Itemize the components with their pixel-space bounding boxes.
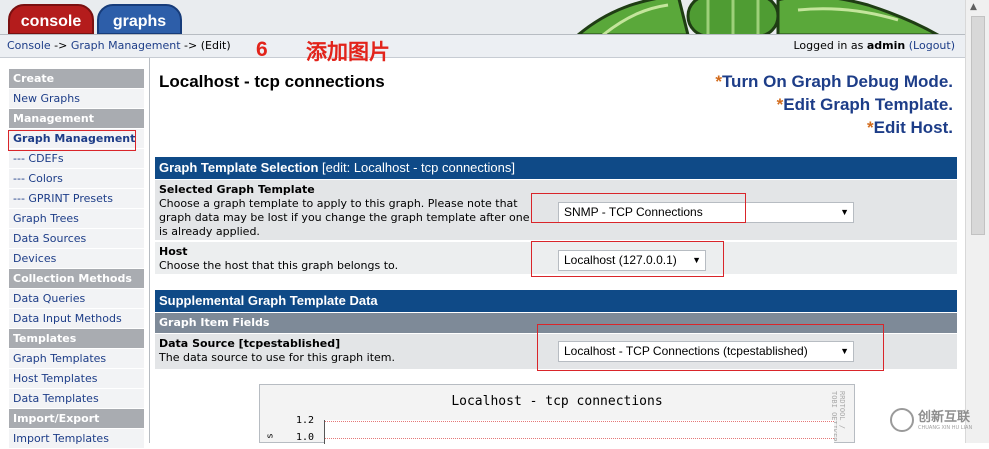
breadcrumb-console[interactable]: Console [7,39,51,52]
grid-line [325,421,834,422]
form-row-label-block: Host Choose the host that this graph bel… [159,245,534,273]
grid-line [325,438,834,439]
sidebar-item-host-templates[interactable]: Host Templates [9,369,144,389]
tab-graphs[interactable]: graphs [97,4,182,34]
scroll-up-arrow-icon[interactable]: ▲ [970,2,977,12]
sidebar: Create New Graphs Management Graph Manag… [9,69,144,449]
sidebar-item-cdefs[interactable]: --- CDEFs [9,149,144,169]
logout-link[interactable]: (Logout) [909,39,955,52]
tab-console[interactable]: console [8,4,94,34]
field-desc-host: Choose the host that this graph belongs … [159,259,399,272]
sidebar-item-import-templates[interactable]: Import Templates [9,429,144,449]
sidebar-header-create: Create [9,69,144,89]
chevron-down-icon: ▼ [840,207,849,217]
watermark-logo-icon [890,408,914,432]
edit-host-link[interactable]: *Edit Host. [867,118,953,138]
breadcrumb-current: (Edit) [200,39,231,52]
field-desc-data-source: The data source to use for this graph it… [159,351,395,364]
form-row-label-block: Data Source [tcpestablished] The data so… [159,337,534,365]
sidebar-header-import-export: Import/Export [9,409,144,429]
watermark: 创新互联 CHUANG XIN HU LIAN [888,404,978,439]
graph-plot-area [324,420,834,444]
debug-mode-label: Turn On Graph Debug Mode. [721,72,953,91]
login-user: admin [866,39,906,52]
edit-graph-template-label: Edit Graph Template. [783,95,953,114]
star-marker: * [867,118,874,137]
sidebar-item-gprint-presets[interactable]: --- GPRINT Presets [9,189,144,209]
graph-preview-image[interactable]: Localhost - tcp connections RRDTOOL / TO… [259,384,855,444]
field-label-graph-template: Selected Graph Template [159,183,315,196]
field-label-host: Host [159,245,188,258]
login-status: Logged in as admin (Logout) [794,39,956,52]
sidebar-header-templates: Templates [9,329,144,349]
breadcrumb-separator: -> [50,39,71,52]
annotation-text: 添加图片 [306,40,390,64]
sidebar-divider [149,58,150,443]
section-title: Graph Template Selection [159,160,319,175]
vertical-scrollbar[interactable]: ▲ [965,0,989,443]
sidebar-item-graph-trees[interactable]: Graph Trees [9,209,144,229]
form-row-label-block: Selected Graph Template Choose a graph t… [159,183,534,239]
field-label-data-source: Data Source [tcpestablished] [159,337,341,350]
sidebar-item-new-graphs[interactable]: New Graphs [9,89,144,109]
graph-title: Localhost - tcp connections [451,394,663,409]
sidebar-header-management: Management [9,109,144,129]
sidebar-item-graph-templates[interactable]: Graph Templates [9,349,144,369]
top-header: console graphs [0,0,965,35]
y-tick-label: 1.2 [296,415,315,426]
sidebar-item-data-sources[interactable]: Data Sources [9,229,144,249]
section-graph-template-selection: Graph Template Selection [edit: Localhos… [155,157,957,179]
breadcrumb-separator: -> [180,39,201,52]
watermark-subtext: CHUANG XIN HU LIAN [918,425,973,431]
edit-graph-template-link[interactable]: *Edit Graph Template. [777,95,953,115]
sidebar-item-data-queries[interactable]: Data Queries [9,289,144,309]
cactus-banner-image [568,0,953,34]
annotation-step-number: 6 [256,38,268,61]
watermark-text: 创新互联 [918,410,971,425]
breadcrumb: Console -> Graph Management -> (Edit) [7,39,231,52]
annotation-highlight-box [531,241,724,277]
breadcrumb-bar: Console -> Graph Management -> (Edit) Lo… [0,35,965,58]
y-axis-label: s [265,433,276,439]
edit-host-label: Edit Host. [873,118,953,137]
sidebar-header-collection-methods: Collection Methods [9,269,144,289]
field-desc-graph-template: Choose a graph template to apply to this… [159,197,530,238]
debug-mode-link[interactable]: *Turn On Graph Debug Mode. [715,72,953,92]
login-prefix: Logged in as [793,39,867,52]
sidebar-item-colors[interactable]: --- Colors [9,169,144,189]
breadcrumb-graph-management[interactable]: Graph Management [71,39,181,52]
y-tick-label: 1.0 [296,432,315,443]
star-marker: * [715,72,722,91]
sidebar-item-data-templates[interactable]: Data Templates [9,389,144,409]
sidebar-item-data-input-methods[interactable]: Data Input Methods [9,309,144,329]
section-edit-label: [edit: Localhost - tcp connections] [318,160,515,175]
annotation-highlight-box [8,130,136,151]
page-title: Localhost - tcp connections [159,72,385,91]
scrollbar-thumb[interactable] [971,16,985,235]
sidebar-item-devices[interactable]: Devices [9,249,144,269]
annotation-highlight-box [531,193,746,223]
annotation-highlight-box [537,324,884,371]
section-supplemental-data: Supplemental Graph Template Data [155,290,957,312]
